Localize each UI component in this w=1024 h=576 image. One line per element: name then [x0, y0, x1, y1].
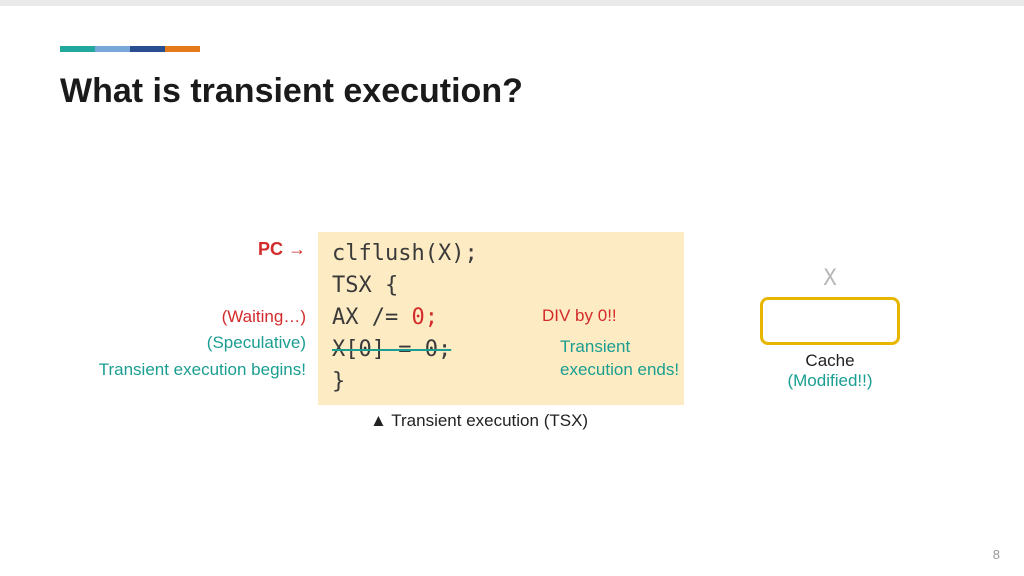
stripe-orange	[165, 46, 200, 52]
anno-speculative: (Speculative)	[60, 330, 306, 356]
stripe-navy	[130, 46, 165, 52]
anno-begins: Transient execution begins!	[60, 357, 306, 383]
stripe-teal	[60, 46, 95, 52]
pc-pointer: PC →	[60, 236, 306, 264]
cache-modified: (Modified!!)	[750, 371, 910, 391]
slide: What is transient execution? PC → (Waiti…	[0, 6, 1024, 111]
code-line-3: AX /= 0;	[332, 302, 670, 334]
page-title: What is transient execution?	[60, 72, 964, 111]
code-caption: ▲ Transient execution (TSX)	[370, 411, 588, 431]
cache-label: Cache	[750, 351, 910, 371]
anno-waiting: (Waiting…)	[60, 304, 306, 330]
stripe-blue	[95, 46, 130, 52]
code-line-2: TSX {	[332, 270, 670, 302]
anno-div-by-zero: DIV by 0!!	[542, 306, 617, 326]
code-line-1: clflush(X);	[332, 238, 670, 270]
left-annotations: PC → (Waiting…) (Speculative) Transient …	[60, 236, 306, 383]
page-number: 8	[993, 547, 1000, 562]
cache-value-x: X	[750, 266, 910, 291]
cache-diagram: X Cache (Modified!!)	[750, 266, 910, 391]
accent-stripe	[60, 46, 200, 52]
anno-transient-ends: Transient execution ends!	[560, 336, 679, 382]
cache-box	[760, 297, 900, 345]
